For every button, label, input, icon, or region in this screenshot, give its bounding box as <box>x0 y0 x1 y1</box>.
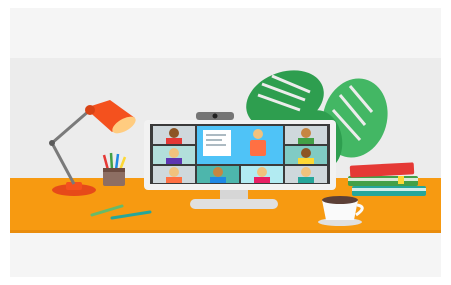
video-conference-illustration <box>0 0 451 285</box>
bottom-band <box>10 233 441 277</box>
desk-edge <box>10 230 441 233</box>
webcam-icon <box>196 112 234 120</box>
top-band <box>10 8 441 58</box>
coffee-cup-icon <box>318 196 364 226</box>
illustration-canvas <box>0 0 451 285</box>
